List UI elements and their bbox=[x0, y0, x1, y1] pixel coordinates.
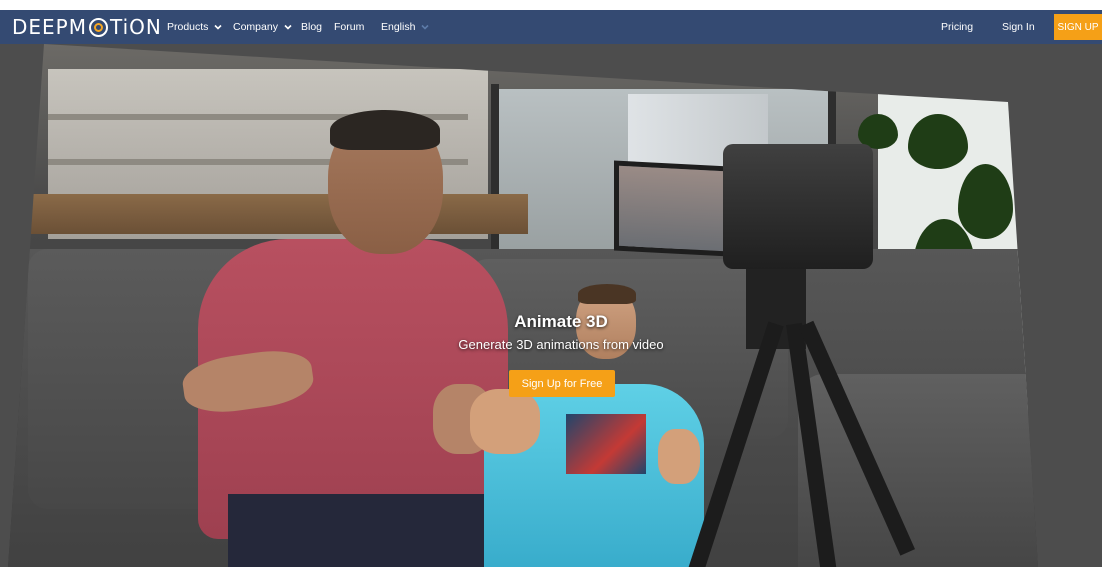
camera-body bbox=[723, 144, 873, 269]
background-counter bbox=[8, 194, 528, 234]
nav-language-label: English bbox=[381, 21, 416, 33]
nav-pricing[interactable]: Pricing bbox=[941, 10, 973, 44]
logo-o-icon bbox=[89, 17, 108, 37]
hero-title: Animate 3D bbox=[514, 312, 608, 331]
sign-up-free-button[interactable]: Sign Up for Free bbox=[509, 370, 615, 397]
deepmotion-logo[interactable]: DEEPM TiON bbox=[12, 15, 162, 39]
hero-subtitle: Generate 3D animations from video bbox=[458, 337, 664, 352]
chevron-down-icon bbox=[420, 22, 430, 32]
avatar-hand bbox=[470, 389, 540, 454]
nav-products[interactable]: Products bbox=[167, 10, 223, 44]
nav-blog-label: Blog bbox=[301, 21, 323, 33]
nav-sign-in-label: Sign In bbox=[1002, 21, 1035, 33]
nav-products-label: Products bbox=[167, 21, 209, 33]
presenter-hair bbox=[330, 110, 440, 150]
nav-company-label: Company bbox=[233, 21, 278, 33]
avatar-hair bbox=[578, 284, 636, 304]
chevron-down-icon bbox=[283, 22, 293, 32]
sign-up-button[interactable]: SIGN UP bbox=[1054, 14, 1102, 40]
nav-company[interactable]: Company bbox=[233, 10, 293, 44]
hero-background-video bbox=[8, 44, 1038, 567]
logo-text-end: TiON bbox=[110, 15, 162, 39]
avatar-shirt-print bbox=[566, 414, 646, 474]
top-navbar: DEEPM TiON Products Company Blog Forum E… bbox=[0, 10, 1102, 44]
chevron-down-icon bbox=[213, 22, 223, 32]
top-strip bbox=[0, 0, 1102, 10]
logo-text-start: DEEPM bbox=[12, 15, 87, 39]
nav-language[interactable]: English bbox=[381, 10, 430, 44]
nav-sign-in[interactable]: Sign In bbox=[1002, 10, 1035, 44]
nav-forum[interactable]: Forum bbox=[334, 10, 364, 44]
nav-forum-label: Forum bbox=[334, 21, 365, 33]
nav-blog[interactable]: Blog bbox=[301, 10, 322, 44]
avatar-hand bbox=[658, 429, 700, 484]
presenter-pants bbox=[228, 494, 508, 567]
hero-section: Animate 3D Generate 3D animations from v… bbox=[0, 44, 1102, 567]
nav-pricing-label: Pricing bbox=[941, 21, 974, 33]
